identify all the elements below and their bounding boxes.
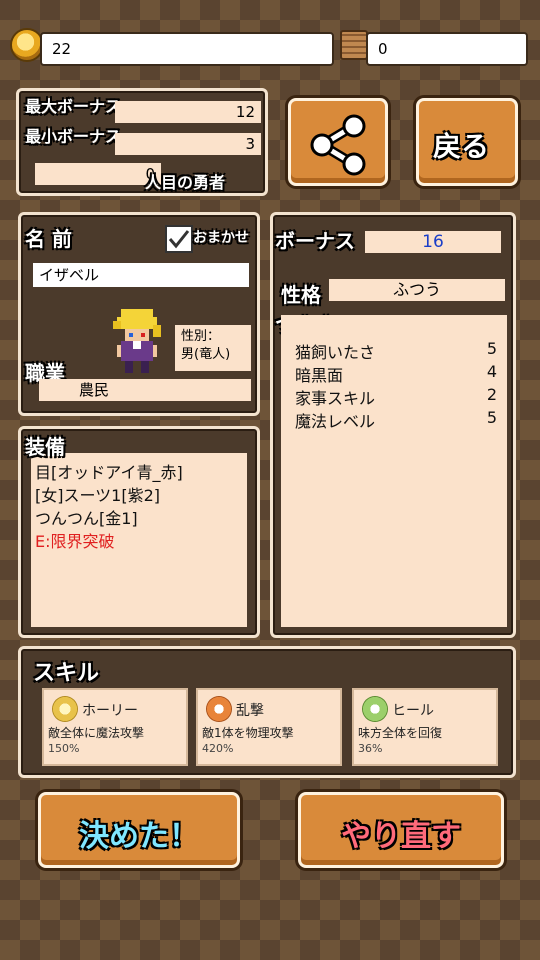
redo-label: やり直す <box>341 819 461 854</box>
auto-label: おまかせ <box>193 230 249 246</box>
list-item: 目[オッドアイ青_赤] <box>35 463 183 482</box>
skill-name: ヒール <box>392 703 434 719</box>
skill-pct: 36% <box>358 742 383 755</box>
list-item: 家事スキル 2 <box>295 385 497 408</box>
job-value: 農民 <box>39 379 251 401</box>
list-item: つんつん[金1] <box>35 509 138 528</box>
checkmark-icon <box>168 230 190 249</box>
skill-pct: 150% <box>48 742 80 755</box>
share-icon <box>310 114 366 176</box>
scroll-icon <box>340 30 368 60</box>
list-item: 魔法レベル 5 <box>295 408 497 431</box>
max-bonus-label: 最大ボーナス <box>25 97 122 116</box>
bonus-label: ボーナス <box>275 229 355 253</box>
redo-button[interactable]: やり直す <box>298 792 504 868</box>
skill-pct: 420% <box>202 742 234 755</box>
skill-name: ホーリー <box>82 703 138 719</box>
skill-desc: 敵全体に魔法攻撃 <box>48 726 145 740</box>
hero-sprite <box>113 309 161 373</box>
equipment-panel: 目[オッドアイ青_赤] [女]スーツ1[紫2] つんつん[金1] E:限界突破 … <box>18 426 260 638</box>
gender-info: 性別： 男(竜人) <box>175 325 251 371</box>
equipment-list: 目[オッドアイ青_赤] [女]スーツ1[紫2] つんつん[金1] E:限界突破 <box>31 453 247 627</box>
list-item: 猫飼いたさ 5 <box>295 339 497 362</box>
skills-label: スキル <box>33 661 100 686</box>
skill-desc: 敵1体を物理攻撃 <box>202 726 294 740</box>
skill-card-holy[interactable]: ホーリー 敵全体に魔法攻撃 150% <box>42 688 188 766</box>
list-item-special: E:限界突破 <box>35 532 115 551</box>
gold-count: 22 <box>40 32 334 66</box>
scroll-count: 0 <box>366 32 528 66</box>
bonus-value: 16 <box>365 231 501 253</box>
hero-count-suffix: 人目の勇者 <box>145 173 226 192</box>
stats-panel: ボーナス 16 性格 ふつう つよさ 猫飼いたさ5 暗黒面4 家事スキル2 魔法… <box>270 212 516 638</box>
name-label: 名 前 <box>25 227 72 251</box>
slash-icon <box>206 696 232 722</box>
gold-coin-icon <box>10 28 44 62</box>
skill-name: 乱撃 <box>236 703 264 719</box>
skill-card-heal[interactable]: ヒール 味方全体を回復 36% <box>352 688 498 766</box>
name-input[interactable]: イザベル <box>33 263 249 287</box>
bonus-panel: 最大ボーナス 12 最小ボーナス 3 0 人目の勇者 <box>16 88 268 196</box>
max-bonus-value: 12 <box>115 101 261 123</box>
personality-value: ふつう <box>329 279 505 301</box>
decide-label: 決めた！ <box>79 819 199 854</box>
list-item: 暗黒面 4 <box>295 362 497 385</box>
hero-panel: 名 前 おまかせ イザベル 性別： 男(竜人) 職業 農民 <box>18 212 260 416</box>
skill-desc: 味方全体を回復 <box>358 726 443 740</box>
strength-list: 猫飼いたさ 5 暗黒面 4 家事スキル 2 魔法レベル 5 <box>281 315 507 627</box>
hero-count: 0 <box>35 163 161 185</box>
personality-label: 性格 <box>281 283 321 307</box>
share-button[interactable] <box>288 98 388 186</box>
back-button[interactable]: 戻る <box>416 98 518 186</box>
holy-icon <box>52 696 78 722</box>
heal-icon <box>362 696 388 722</box>
equipment-label: 装備 <box>25 435 65 459</box>
back-label: 戻る <box>433 130 490 163</box>
skill-card-slash[interactable]: 乱撃 敵1体を物理攻撃 420% <box>196 688 342 766</box>
min-bonus-label: 最小ボーナス <box>25 127 122 146</box>
decide-button[interactable]: 決めた！ <box>38 792 240 868</box>
auto-checkbox[interactable] <box>165 225 193 253</box>
min-bonus-value: 3 <box>115 133 261 155</box>
list-item: [女]スーツ1[紫2] <box>35 486 161 505</box>
